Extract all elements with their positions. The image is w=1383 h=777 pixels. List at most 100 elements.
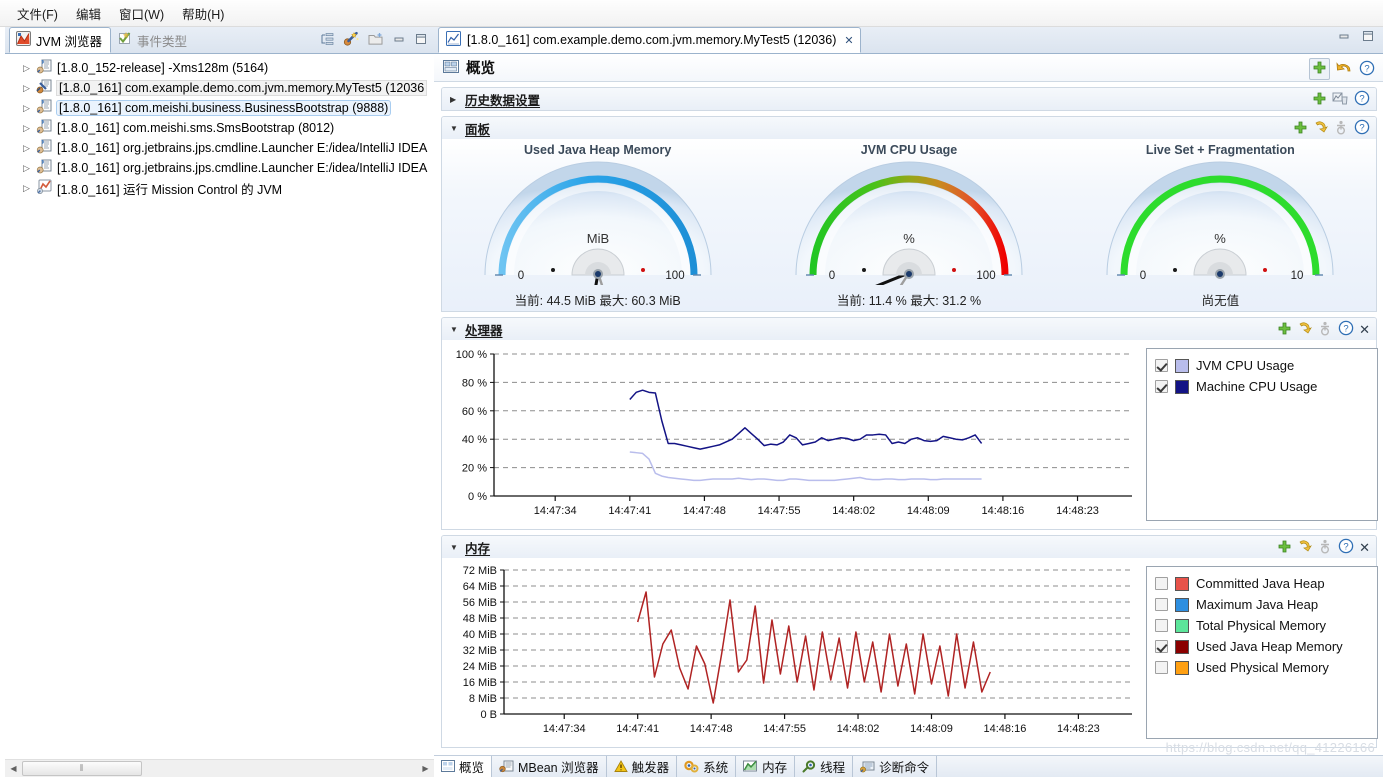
section-dashboard-header[interactable]: ▼ 面板 ? — [442, 117, 1376, 139]
svg-text:14:48:02: 14:48:02 — [837, 723, 880, 735]
maximize-icon[interactable] — [1361, 30, 1375, 45]
legend-item[interactable]: Committed Java Heap — [1155, 573, 1369, 594]
svg-text:60 %: 60 % — [462, 406, 487, 418]
bottom-tab-6[interactable]: 诊断命令 — [853, 756, 938, 777]
legend-item[interactable]: Machine CPU Usage — [1155, 376, 1369, 397]
expand-arrow-icon[interactable]: ▷ — [23, 183, 36, 193]
expand-arrow-icon[interactable]: ▷ — [23, 163, 36, 173]
help-icon[interactable]: ? — [1338, 320, 1354, 339]
scroll-thumb[interactable]: ⦀ — [22, 761, 142, 776]
collapse-all-icon[interactable] — [320, 32, 335, 50]
tab-event-types[interactable]: 事件类型 — [111, 27, 195, 53]
add-icon[interactable] — [1293, 120, 1308, 138]
svg-text:0 B: 0 B — [480, 709, 497, 721]
expand-arrow-icon[interactable]: ▷ — [23, 83, 36, 93]
refresh-icon[interactable] — [1313, 120, 1329, 138]
section-history-settings-header[interactable]: ▶ 历史数据设置 ? — [442, 88, 1376, 110]
add-icon[interactable] — [1277, 321, 1292, 339]
svg-text:20 %: 20 % — [462, 463, 487, 475]
legend-checkbox[interactable] — [1155, 380, 1168, 393]
minimize-icon[interactable] — [1337, 30, 1351, 45]
chevron-down-icon[interactable]: ▼ — [450, 124, 459, 133]
tree-item-5[interactable]: ▷ [1.8.0_161] org.jetbrains.jps.cmdline.L… — [5, 158, 434, 178]
bottom-tab-1[interactable]: MBean 浏览器 — [492, 756, 607, 777]
bottom-tab-4[interactable]: 内存 — [736, 756, 796, 777]
tab-mytest5[interactable]: [1.8.0_161] com.example.demo.com.jvm.mem… — [438, 27, 861, 53]
legend-checkbox[interactable] — [1155, 619, 1168, 632]
tree-item-0[interactable]: ▷ [1.8.0_152-release] -Xms128m (5164) — [5, 58, 434, 78]
legend-item[interactable]: Used Physical Memory — [1155, 657, 1369, 678]
legend-checkbox[interactable] — [1155, 640, 1168, 653]
section-processor-header[interactable]: ▼ 处理器 ? ✕ — [442, 318, 1376, 340]
editor-area: [1.8.0_161] com.example.demo.com.jvm.mem… — [434, 27, 1383, 777]
legend-checkbox[interactable] — [1155, 661, 1168, 674]
legend-color-swatch — [1175, 639, 1189, 654]
help-icon[interactable]: ? — [1359, 60, 1375, 79]
menu-file[interactable]: 文件(F) — [8, 1, 67, 26]
legend-item[interactable]: JVM CPU Usage — [1155, 355, 1369, 376]
menu-edit[interactable]: 编辑 — [67, 1, 110, 26]
chevron-right-icon[interactable]: ▶ — [450, 95, 459, 104]
jvm-tree[interactable]: ▷ [1.8.0_152-release] -Xms128m (5164) ▷ [1.… — [5, 54, 434, 759]
memory-legend[interactable]: Committed Java Heap Maximum Java Heap Tota… — [1146, 566, 1378, 739]
new-folder-icon[interactable] — [368, 32, 384, 49]
legend-checkbox[interactable] — [1155, 577, 1168, 590]
undo-icon[interactable] — [1336, 60, 1353, 78]
svg-text:16 MiB: 16 MiB — [463, 677, 497, 689]
maximize-icon[interactable] — [414, 33, 428, 48]
close-icon[interactable]: ✕ — [844, 34, 853, 47]
minimize-icon[interactable] — [392, 33, 406, 48]
section-memory: ▼ 内存 ? ✕ 0 B 8 MiB 16 MiB 24 MiB 32 MiB … — [441, 535, 1378, 748]
expand-arrow-icon[interactable]: ▷ — [23, 143, 36, 153]
tree-item-1[interactable]: ▷ [1.8.0_161] com.example.demo.com.jvm.me… — [5, 78, 434, 98]
help-icon[interactable]: ? — [1354, 119, 1370, 138]
add-icon[interactable] — [1312, 91, 1327, 109]
scroll-left-arrow[interactable]: ◀ — [5, 760, 22, 777]
memory-icon — [743, 760, 758, 773]
menu-help[interactable]: 帮助(H) — [173, 1, 233, 26]
legend-item[interactable]: Used Java Heap Memory — [1155, 636, 1369, 657]
close-icon[interactable]: ✕ — [1359, 322, 1370, 337]
processor-chart[interactable]: 0 % 20 % 40 % 60 % 80 % 100 % 14:47:34 14:47:41… — [442, 340, 1142, 529]
expand-arrow-icon[interactable]: ▷ — [23, 123, 36, 133]
tree-item-4[interactable]: ▷ [1.8.0_161] org.jetbrains.jps.cmdline.L… — [5, 138, 434, 158]
scroll-right-arrow[interactable]: ▶ — [417, 760, 434, 777]
add-icon[interactable] — [1309, 58, 1330, 80]
tab-jvm-browser[interactable]: JVM 浏览器 — [9, 27, 111, 53]
bottom-tab-label: 概览 — [459, 761, 485, 775]
tree-item-6[interactable]: ▷ [1.8.0_161] 运行 Mission Control 的 JVM — [5, 178, 434, 198]
legend-checkbox[interactable] — [1155, 598, 1168, 611]
legend-checkbox[interactable] — [1155, 359, 1168, 372]
chevron-down-icon[interactable]: ▼ — [450, 325, 459, 334]
section-memory-header[interactable]: ▼ 内存 ? ✕ — [442, 536, 1376, 558]
flight-recording-icon[interactable] — [343, 31, 360, 50]
bottom-tab-label: 线程 — [820, 761, 846, 775]
bottom-tab-5[interactable]: 线程 — [795, 756, 854, 777]
menu-bar: 文件(F) 编辑 窗口(W) 帮助(H) — [0, 0, 1383, 27]
svg-text:80 %: 80 % — [462, 377, 487, 389]
tree-item-2[interactable]: ▷ [1.8.0_161] com.meishi.business.Busines… — [5, 98, 434, 118]
memory-chart[interactable]: 0 B 8 MiB 16 MiB 24 MiB 32 MiB 40 MiB 48 MiB 56… — [442, 558, 1142, 747]
close-icon[interactable]: ✕ — [1359, 540, 1370, 555]
add-icon[interactable] — [1277, 539, 1292, 557]
processor-legend[interactable]: JVM CPU Usage Machine CPU Usage — [1146, 348, 1378, 521]
help-icon[interactable]: ? — [1338, 538, 1354, 557]
expand-arrow-icon[interactable]: ▷ — [23, 63, 36, 73]
legend-item[interactable]: Maximum Java Heap — [1155, 594, 1369, 615]
bottom-tab-3[interactable]: 系统 — [677, 756, 737, 777]
bottom-tab-2[interactable]: 触发器 — [607, 756, 678, 777]
menu-window[interactable]: 窗口(W) — [110, 1, 173, 26]
chevron-down-icon[interactable]: ▼ — [450, 543, 459, 552]
reset-icon[interactable] — [1332, 91, 1349, 109]
bottom-tab-0[interactable]: 概览 — [434, 756, 493, 777]
help-icon[interactable]: ? — [1354, 90, 1370, 109]
legend-label: Machine CPU Usage — [1196, 379, 1318, 394]
page-title: 概览 — [466, 61, 495, 77]
left-tab-strip: JVM 浏览器 事件类型 — [5, 27, 434, 54]
legend-item[interactable]: Total Physical Memory — [1155, 615, 1369, 636]
expand-arrow-icon[interactable]: ▷ — [23, 103, 36, 113]
refresh-icon[interactable] — [1297, 539, 1313, 557]
refresh-icon[interactable] — [1297, 321, 1313, 339]
tree-item-3[interactable]: ▷ [1.8.0_161] com.meishi.sms.SmsBootstrap… — [5, 118, 434, 138]
left-panel-horizontal-scrollbar[interactable]: ◀ ⦀ ▶ — [5, 759, 434, 777]
